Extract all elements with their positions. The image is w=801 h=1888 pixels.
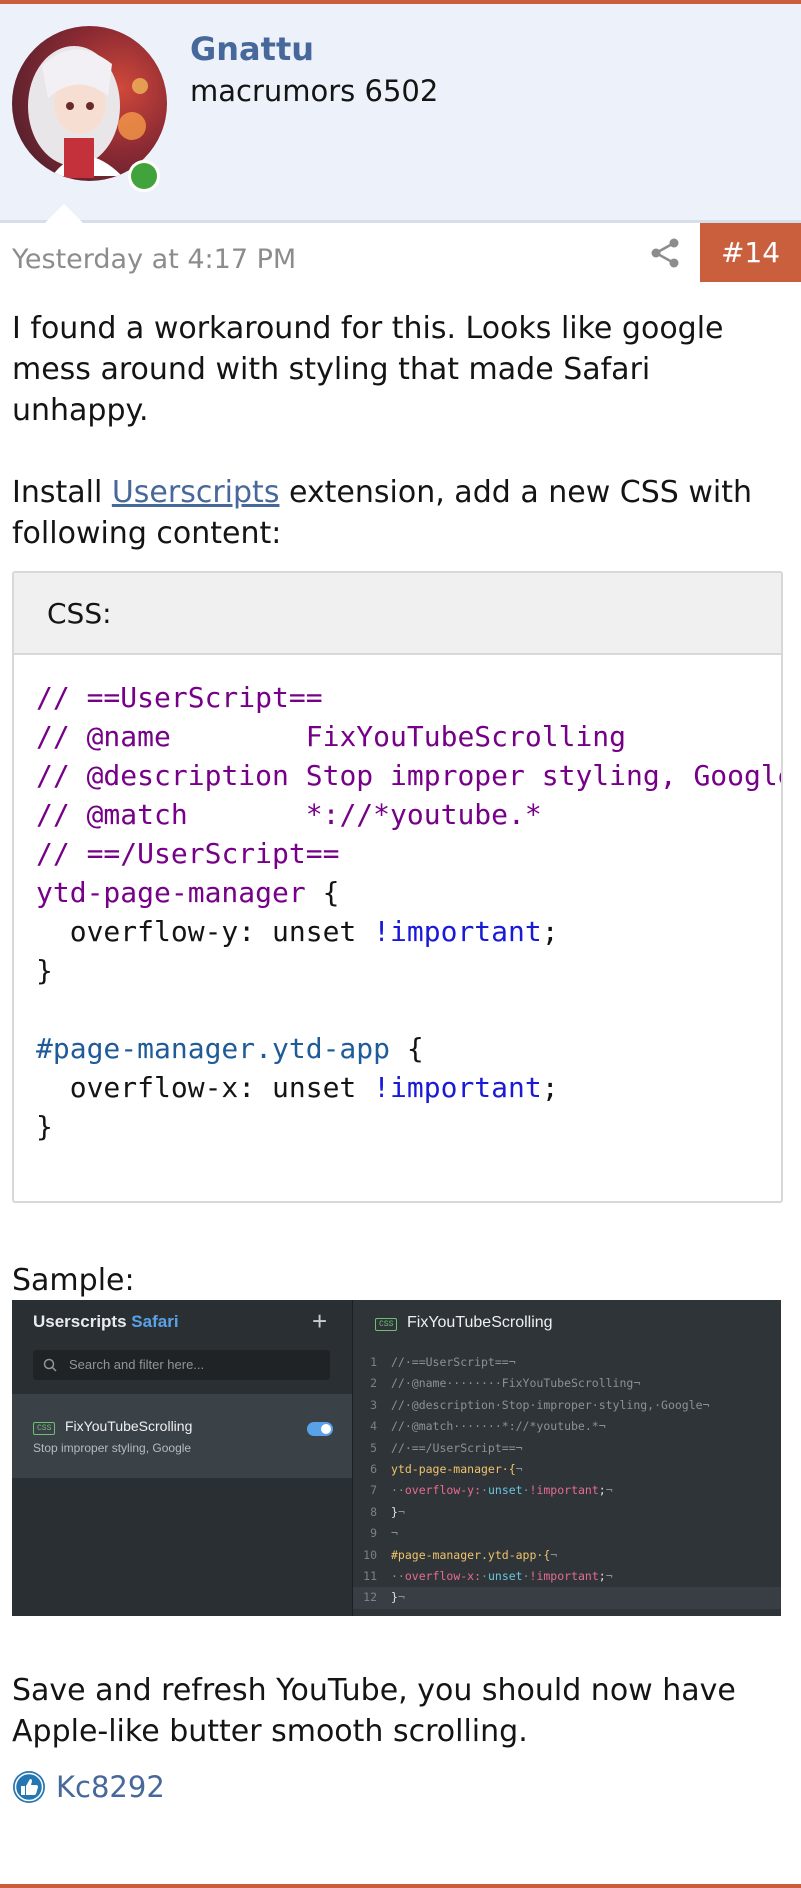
line-number: 1 xyxy=(370,1355,377,1369)
line-number: 5 xyxy=(370,1440,377,1455)
username[interactable]: Gnattu xyxy=(190,30,314,68)
like-icon[interactable] xyxy=(12,1770,46,1804)
code-line: // @match *://*youtube.* xyxy=(36,798,542,831)
screenshot-editor-title: FixYouTubeScrolling xyxy=(407,1314,553,1331)
line-number: 2 xyxy=(370,1376,377,1391)
screenshot-search-placeholder: Search and filter here... xyxy=(69,1357,205,1372)
screenshot-sidebar: Userscripts Safari + Search and filter h… xyxy=(12,1300,353,1616)
editor-line: 3//·@description·Stop·improper·styling,·… xyxy=(353,1395,781,1416)
line-number: 9 xyxy=(370,1526,377,1541)
code-line: // ==UserScript== xyxy=(36,681,323,714)
sample-label: Sample: xyxy=(12,1263,135,1298)
screenshot-add-icon: + xyxy=(312,1306,328,1336)
post-date[interactable]: Yesterday at 4:17 PM xyxy=(12,244,296,275)
css-badge-icon: CSS xyxy=(33,1422,56,1435)
code-line: } xyxy=(36,1110,53,1143)
online-status-icon xyxy=(128,160,160,192)
editor-line: 10 #page-manager.ytd-app·{¬ xyxy=(353,1545,781,1566)
screenshot-item-name: FixYouTubeScrolling xyxy=(65,1418,193,1434)
code-line: overflow-x: unset !important; xyxy=(36,1071,559,1104)
editor-line: 1//·==UserScript==¬ xyxy=(353,1352,781,1373)
code-language-label: CSS: xyxy=(14,573,781,655)
code-line: } xyxy=(36,954,53,987)
editor-line: 5//·==/UserScript==¬ xyxy=(353,1438,781,1459)
code-line: ytd-page-manager { xyxy=(36,876,340,909)
line-number: 3 xyxy=(370,1397,377,1412)
code-line: // ==/UserScript== xyxy=(36,837,340,870)
user-title: macrumors 6502 xyxy=(190,74,439,108)
post-number[interactable]: #14 xyxy=(700,223,801,282)
avatar[interactable] xyxy=(12,26,167,181)
line-number: 10 xyxy=(363,1547,377,1562)
message-paragraph-1: I found a workaround for this. Looks lik… xyxy=(12,311,724,428)
line-number: 8 xyxy=(370,1504,377,1519)
closing-paragraph: Save and refresh YouTube, you should now… xyxy=(12,1673,736,1749)
editor-line: 12}¬ xyxy=(353,1587,781,1609)
code-line: overflow-y: unset !important; xyxy=(36,915,559,948)
screenshot-editor-lines: 1//·==UserScript==¬ 2//·@name········FixY… xyxy=(353,1352,781,1609)
editor-line: 8}¬ xyxy=(353,1502,781,1523)
share-icon[interactable] xyxy=(648,236,682,270)
code-line: // @name FixYouTubeScrolling xyxy=(36,720,627,753)
code-body: // ==UserScript== // @name FixYouTubeScro… xyxy=(36,678,781,1146)
screenshot-app-title: Userscripts Safari xyxy=(33,1312,179,1331)
userscripts-link[interactable]: Userscripts xyxy=(112,475,280,510)
editor-line: 7 ··overflow-y:·unset·!important;¬ xyxy=(353,1480,781,1501)
line-number: 6 xyxy=(370,1461,377,1476)
search-icon xyxy=(43,1358,57,1372)
code-line: // @description Stop improper styling, G… xyxy=(36,759,781,792)
screenshot-editor: CSS FixYouTubeScrolling 1//·==UserScript… xyxy=(353,1300,781,1616)
css-badge-icon: CSS xyxy=(375,1318,398,1331)
screenshot-item-description: Stop improper styling, Google xyxy=(33,1441,192,1455)
message-arrow xyxy=(44,204,84,224)
message-paragraph-2: Install Userscripts extension, add a new… xyxy=(12,472,787,554)
bottom-border xyxy=(0,1884,801,1888)
sample-screenshot: Userscripts Safari + Search and filter h… xyxy=(12,1300,781,1616)
screenshot-script-item: CSS FixYouTubeScrolling Stop improper st… xyxy=(12,1394,352,1478)
screenshot-search-box: Search and filter here... xyxy=(33,1350,330,1380)
editor-line: 4//·@match·······*://*youtube.*¬ xyxy=(353,1416,781,1437)
screenshot-toggle xyxy=(307,1422,333,1436)
reaction-user-link[interactable]: Kc8292 xyxy=(56,1770,165,1804)
editor-line: 6 ytd-page-manager·{¬ xyxy=(353,1459,781,1480)
code-line: #page-manager.ytd-app { xyxy=(36,1032,424,1065)
install-prefix: Install xyxy=(12,475,112,510)
line-number: 4 xyxy=(370,1419,377,1434)
user-header: Gnattu macrumors 6502 xyxy=(0,4,801,224)
editor-line: 9 ¬ xyxy=(353,1523,781,1544)
avatar-illustration-icon xyxy=(28,46,148,178)
line-number: 7 xyxy=(370,1483,377,1498)
line-number: 12 xyxy=(363,1590,377,1605)
editor-line: 2//·@name········FixYouTubeScrolling¬ xyxy=(353,1373,781,1394)
line-number: 11 xyxy=(363,1568,377,1583)
code-block: CSS: // ==UserScript== // @name FixYouTub… xyxy=(12,571,783,1203)
editor-line: 11 ··overflow-x:·unset·!important;¬ xyxy=(353,1566,781,1587)
